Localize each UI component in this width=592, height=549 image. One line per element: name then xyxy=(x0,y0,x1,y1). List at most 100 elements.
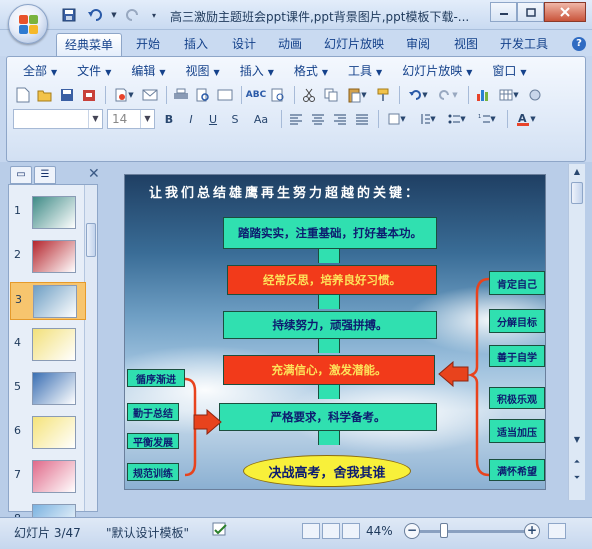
format-painter-icon[interactable] xyxy=(373,85,393,105)
slide-thumbnail-image xyxy=(32,416,76,449)
close-button[interactable] xyxy=(544,2,586,22)
numbering-icon[interactable]: 1 ▼ xyxy=(473,109,501,129)
email-icon[interactable] xyxy=(140,85,160,105)
slide-thumbnail[interactable]: 6 xyxy=(10,414,86,452)
save-icon[interactable] xyxy=(57,85,77,105)
justify-icon[interactable] xyxy=(352,109,372,129)
tab-review[interactable]: 审阅 xyxy=(398,33,438,56)
menu-view[interactable]: 视图 ▼ xyxy=(176,61,230,81)
slide-thumbnail[interactable]: 2 xyxy=(10,238,86,276)
slide-canvas[interactable]: 让我们总结雄鹰再生努力超越的关键： 踏踏实实，注重基础，打好基本功。 经常反思，… xyxy=(124,174,546,490)
menu-insert[interactable]: 插入 ▼ xyxy=(230,61,284,81)
change-case-button[interactable]: Aa xyxy=(247,109,275,129)
shadow-button[interactable]: S xyxy=(225,109,245,129)
redo-dropdown-icon[interactable]: ▼ xyxy=(434,85,462,105)
zoom-slider[interactable] xyxy=(420,530,528,533)
show-formatting-icon[interactable] xyxy=(525,85,545,105)
redo-icon[interactable] xyxy=(122,6,144,24)
menu-window[interactable]: 窗口 ▼ xyxy=(482,61,536,81)
next-slide-icon[interactable]: ⏷ xyxy=(569,470,585,486)
insert-chart-icon[interactable] xyxy=(473,85,493,105)
slide-thumbnail[interactable]: 5 xyxy=(10,370,86,408)
menu-label: 文件 xyxy=(77,64,102,78)
maximize-button[interactable] xyxy=(517,2,544,22)
scroll-up-icon[interactable]: ▲ xyxy=(569,164,585,180)
help-icon[interactable]: ? xyxy=(572,37,586,51)
undo-icon[interactable] xyxy=(84,6,106,24)
print-preview-icon[interactable] xyxy=(193,85,213,105)
slide-sorter-view-icon[interactable] xyxy=(322,523,340,539)
font-size-combo[interactable]: 14 ▼ xyxy=(107,109,155,129)
tab-view[interactable]: 视图 xyxy=(446,33,486,56)
undo-dropdown-icon[interactable]: ▼ xyxy=(110,6,118,24)
tab-insert[interactable]: 插入 xyxy=(176,33,216,56)
tab-developer[interactable]: 开发工具 xyxy=(492,33,556,56)
menu-tools[interactable]: 工具 ▼ xyxy=(338,61,392,81)
slide-icon[interactable] xyxy=(215,85,235,105)
underline-button[interactable]: U xyxy=(203,109,223,129)
tab-design[interactable]: 设计 xyxy=(224,33,264,56)
office-logo-icon xyxy=(19,15,39,35)
font-name-combo[interactable]: ▼ xyxy=(13,109,103,129)
menu-slideshow[interactable]: 幻灯片放映 ▼ xyxy=(392,61,482,81)
bold-button[interactable]: B xyxy=(159,109,179,129)
new-file-icon[interactable] xyxy=(13,85,33,105)
outline-tab-icon[interactable]: ☰ xyxy=(34,166,56,184)
theme-name: "默认设计模板" xyxy=(106,526,190,540)
permission-icon[interactable] xyxy=(79,85,99,105)
print-preview-dropdown-icon[interactable]: ▼ xyxy=(110,85,138,105)
down-arrow-shape xyxy=(318,249,340,263)
open-folder-icon[interactable] xyxy=(35,85,55,105)
zoom-out-icon[interactable]: − xyxy=(404,523,420,539)
fit-to-window-icon[interactable] xyxy=(548,523,566,539)
save-icon[interactable] xyxy=(58,6,80,24)
paste-dropdown-icon[interactable]: ▼ xyxy=(343,85,371,105)
minimize-button[interactable] xyxy=(490,2,517,22)
insert-table-dropdown-icon[interactable]: ▼ xyxy=(495,85,523,105)
slides-tab-icon[interactable]: ▭ xyxy=(10,166,32,184)
pane-scrollbar-thumb[interactable] xyxy=(86,223,96,257)
tab-slideshow[interactable]: 幻灯片放映 xyxy=(316,33,392,56)
bullets-icon[interactable]: ▼ xyxy=(443,109,471,129)
menu-label: 编辑 xyxy=(131,64,156,78)
slideshow-view-icon[interactable] xyxy=(342,523,360,539)
menu-label: 视图 xyxy=(185,64,210,78)
tab-home[interactable]: 开始 xyxy=(128,33,168,56)
office-button[interactable] xyxy=(8,4,48,44)
menu-label: 工具 xyxy=(348,64,373,78)
align-right-icon[interactable] xyxy=(330,109,350,129)
menu-all[interactable]: 全部 ▼ xyxy=(13,61,67,81)
slide-thumbnail[interactable]: 7 xyxy=(10,458,86,496)
font-color-icon[interactable]: A ▼ xyxy=(512,109,540,129)
research-icon[interactable] xyxy=(268,85,288,105)
zoom-slider-knob[interactable] xyxy=(440,523,448,538)
scroll-down-icon[interactable]: ▼ xyxy=(569,432,585,448)
normal-view-icon[interactable] xyxy=(302,523,320,539)
slide-thumbnail[interactable]: 3 xyxy=(10,282,86,320)
menu-file[interactable]: 文件 ▼ xyxy=(67,61,121,81)
tab-classic-menu[interactable]: 经典菜单 xyxy=(56,33,123,56)
slide-thumbnail[interactable]: 1 xyxy=(10,194,86,232)
menu-format[interactable]: 格式 ▼ xyxy=(284,61,338,81)
undo-dropdown-icon[interactable]: ▼ xyxy=(404,85,432,105)
spelling-icon[interactable]: ABC xyxy=(246,85,266,105)
text-direction-icon[interactable]: ▼ xyxy=(383,109,411,129)
slide-scrollbar[interactable]: ▲ ▼ ⏶ ⏷ xyxy=(568,164,585,500)
zoom-in-icon[interactable]: + xyxy=(524,523,540,539)
left-box-3: 平衡发展 xyxy=(127,433,179,449)
previous-slide-icon[interactable]: ⏶ xyxy=(569,454,585,470)
menu-edit[interactable]: 编辑 ▼ xyxy=(121,61,175,81)
align-left-icon[interactable] xyxy=(286,109,306,129)
customize-qat-icon[interactable]: ▾ xyxy=(148,6,160,24)
cut-icon[interactable] xyxy=(299,85,319,105)
print-icon[interactable] xyxy=(171,85,191,105)
line-spacing-icon[interactable]: ▼ xyxy=(413,109,441,129)
tab-animation[interactable]: 动画 xyxy=(270,33,310,56)
italic-button[interactable]: I xyxy=(181,109,201,129)
slide-thumbnail[interactable]: 4 xyxy=(10,326,86,364)
copy-icon[interactable] xyxy=(321,85,341,105)
spell-check-icon[interactable] xyxy=(212,522,230,541)
slide-scrollbar-thumb[interactable] xyxy=(571,182,583,204)
align-center-icon[interactable] xyxy=(308,109,328,129)
close-pane-icon[interactable]: ✕ xyxy=(88,166,100,182)
